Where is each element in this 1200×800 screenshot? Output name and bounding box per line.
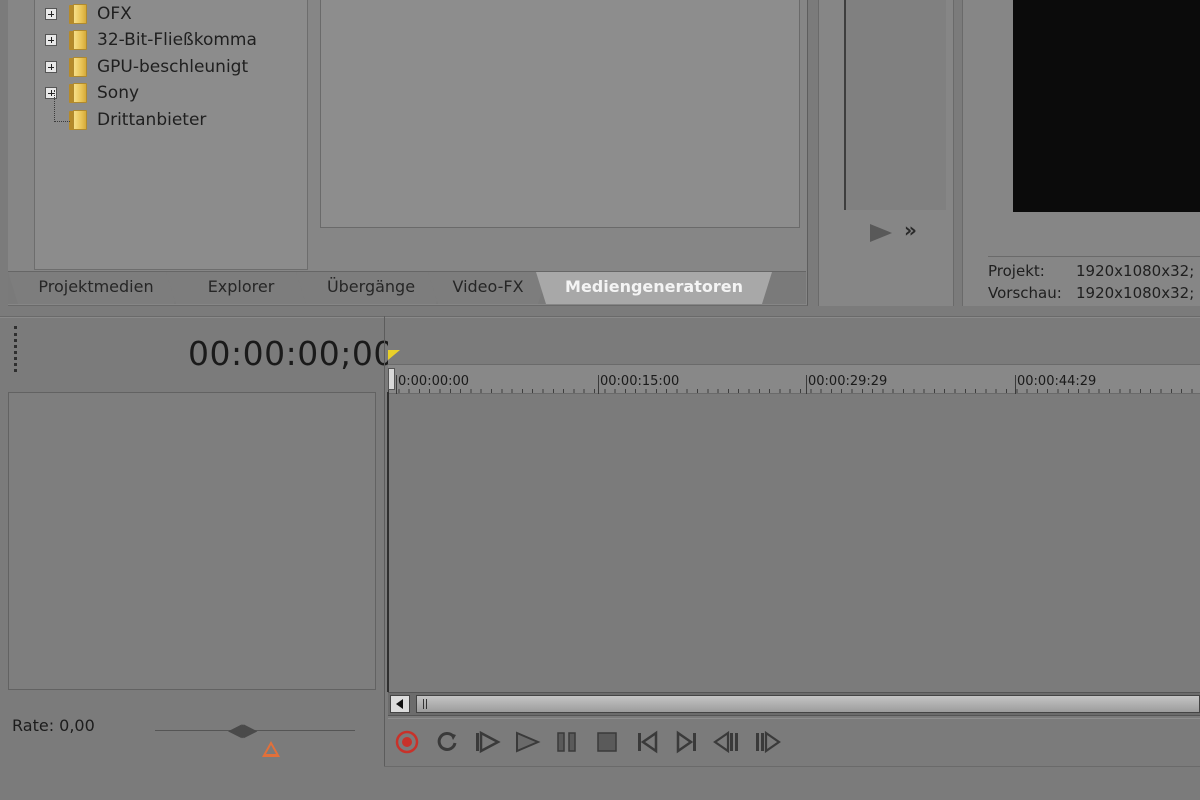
ruler-label: 00:00:44:29 (1017, 374, 1097, 389)
tree-item-label: Sony (97, 83, 140, 103)
scroll-left-arrow-icon[interactable] (390, 695, 410, 713)
loop-icon[interactable] (432, 727, 462, 757)
generator-content-pane[interactable] (320, 0, 800, 228)
tree-item-sony[interactable]: Sony (45, 80, 139, 106)
divider (988, 256, 1200, 257)
tree-item-label: OFX (97, 4, 132, 24)
previous-frame-icon[interactable] (712, 727, 742, 757)
rate-slider-track[interactable] (155, 730, 355, 731)
tab-uebergaenge[interactable]: Übergänge (296, 272, 446, 304)
tree-item-label: GPU-beschleunigt (97, 57, 249, 77)
ruler-ticks (388, 389, 1200, 393)
ruler-label: 0:00:00:00 (398, 374, 470, 389)
tab-explorer[interactable]: Explorer (166, 272, 316, 304)
tree-item-thirdparty[interactable]: Drittanbieter (45, 107, 206, 133)
grip-handle-icon[interactable] (14, 326, 20, 372)
expand-icon[interactable] (45, 34, 57, 46)
folder-icon (67, 109, 89, 131)
expand-icon[interactable] (45, 8, 57, 20)
go-to-start-icon[interactable] (632, 727, 662, 757)
play-icon[interactable] (870, 224, 892, 242)
tree-item-32bit[interactable]: 32-Bit-Fließkomma (45, 27, 257, 53)
tree-item-ofx[interactable]: OFX (45, 1, 132, 27)
tree-item-gpu[interactable]: GPU-beschleunigt (45, 54, 248, 80)
ruler-label: 00:00:15:00 (600, 374, 680, 389)
preview-label: Vorschau: (988, 284, 1062, 302)
track-header-list[interactable] (8, 392, 376, 690)
folder-icon (67, 82, 89, 104)
project-info-row: Projekt: 1920x1080x32; (988, 262, 1194, 280)
tab-mediengeneratoren[interactable]: Mediengeneratoren (536, 272, 772, 304)
transport-bar (388, 718, 1200, 766)
window-tab-bar: Projektmedien Explorer Übergänge Video-F… (8, 271, 806, 304)
rate-warning-icon (262, 741, 280, 757)
play-from-start-icon[interactable] (472, 727, 502, 757)
timeline-track-area[interactable] (389, 394, 1200, 690)
preview-value: 1920x1080x32; (1076, 284, 1195, 302)
expand-icon[interactable] (45, 87, 57, 99)
playhead-handle[interactable] (388, 368, 395, 390)
project-value: 1920x1080x32; (1076, 262, 1195, 280)
loop-marker-icon[interactable] (388, 350, 400, 360)
tree-item-label: Drittanbieter (97, 110, 207, 130)
tree-item-label: 32-Bit-Fließkomma (97, 30, 257, 50)
pause-icon[interactable] (552, 727, 582, 757)
tab-video-fx[interactable]: Video-FX (428, 272, 548, 304)
record-icon[interactable] (392, 727, 422, 757)
tree-connector (54, 121, 70, 122)
folder-icon (67, 3, 89, 25)
play-icon[interactable] (512, 727, 542, 757)
track-splitter[interactable] (384, 316, 385, 766)
scrollbar-thumb[interactable] (416, 695, 1200, 713)
trimmer-area[interactable] (844, 0, 946, 210)
expand-icon[interactable] (45, 61, 57, 73)
next-frame-icon[interactable] (752, 727, 782, 757)
timecode-display: 00:00:00;00 (188, 334, 395, 373)
divider (384, 766, 1200, 767)
tree-connector (54, 90, 55, 122)
folder-icon (67, 29, 89, 51)
rate-slider-thumb-icon[interactable]: ◀◆▶ (228, 720, 257, 741)
time-ruler[interactable]: 0:00:00:00 00:00:15:00 00:00:29:29 00:00… (388, 364, 1200, 395)
generator-tree[interactable]: OFX 32-Bit-Fließkomma GPU-beschleunigt S… (34, 0, 308, 270)
go-to-end-icon[interactable] (672, 727, 702, 757)
folder-icon (67, 56, 89, 78)
marker-bar[interactable] (388, 318, 1200, 364)
playhead-cursor[interactable] (387, 392, 389, 692)
video-preview-frame (1013, 0, 1200, 212)
tab-projektmedien[interactable]: Projektmedien (8, 272, 184, 304)
preview-info-row: Vorschau: 1920x1080x32; (988, 284, 1194, 302)
stop-icon[interactable] (592, 727, 622, 757)
ruler-label: 00:00:29:29 (808, 374, 888, 389)
project-label: Projekt: (988, 262, 1045, 280)
more-chevron-icon[interactable]: » (904, 218, 917, 242)
rate-label: Rate: 0,00 (12, 716, 95, 735)
